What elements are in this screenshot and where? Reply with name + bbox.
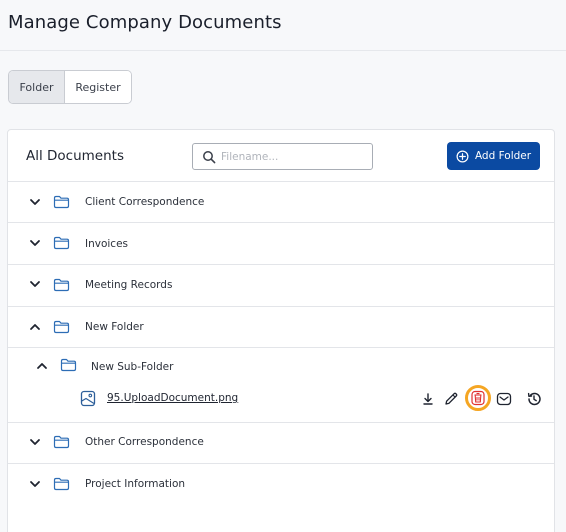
chevron-down-icon[interactable] xyxy=(29,237,41,249)
search-box[interactable] xyxy=(192,143,373,170)
view-toggle: Folder Register xyxy=(8,70,132,104)
folder-row-new-folder[interactable]: New Folder xyxy=(8,307,554,348)
trash-delete-icon[interactable] xyxy=(470,390,486,406)
panel-title: All Documents xyxy=(26,148,125,164)
folder-icon xyxy=(53,477,70,491)
add-folder-button[interactable]: Add Folder xyxy=(447,142,540,170)
folder-icon xyxy=(53,320,70,334)
chevron-down-icon[interactable] xyxy=(29,196,41,208)
image-file-icon xyxy=(80,390,96,407)
tab-register[interactable]: Register xyxy=(65,71,131,103)
edit-pencil-icon[interactable] xyxy=(443,391,459,407)
folder-label: Meeting Records xyxy=(85,279,173,291)
folder-label: New Folder xyxy=(85,321,144,333)
download-icon[interactable] xyxy=(420,391,436,407)
folder-icon xyxy=(53,195,70,209)
file-row: 95.UploadDocument.png xyxy=(8,385,554,411)
folder-icon xyxy=(60,358,77,372)
chevron-up-icon[interactable] xyxy=(29,321,41,333)
search-icon xyxy=(203,151,216,164)
folder-row-client-correspondence[interactable]: Client Correspondence xyxy=(8,182,554,223)
folder-icon xyxy=(53,278,70,292)
tab-folder[interactable]: Folder xyxy=(9,71,65,103)
folder-icon xyxy=(53,435,70,449)
chevron-down-icon[interactable] xyxy=(29,436,41,448)
folder-label: Project Information xyxy=(85,478,186,490)
folder-row-other-correspondence[interactable]: Other Correspondence xyxy=(8,423,554,464)
folder-label: Client Correspondence xyxy=(85,196,205,208)
documents-panel: All Documents Add Folder Client Correspo… xyxy=(7,129,555,532)
history-icon[interactable] xyxy=(526,391,542,407)
email-icon[interactable] xyxy=(496,391,512,407)
folder-icon xyxy=(53,236,70,250)
header-divider xyxy=(0,50,566,51)
folder-row-project-information[interactable]: Project Information xyxy=(8,464,554,506)
chevron-down-icon[interactable] xyxy=(29,278,41,290)
file-name-link[interactable]: 95.UploadDocument.png xyxy=(107,392,238,404)
search-input[interactable] xyxy=(221,148,366,166)
subfolder-block: New Sub-Folder 95.UploadDocument.png xyxy=(8,348,554,423)
subfolder-label[interactable]: New Sub-Folder xyxy=(91,361,173,373)
page-title: Manage Company Documents xyxy=(8,12,282,33)
panel-header: All Documents Add Folder xyxy=(8,130,554,182)
chevron-up-icon[interactable] xyxy=(36,360,48,372)
folder-row-invoices[interactable]: Invoices xyxy=(8,223,554,265)
chevron-down-icon[interactable] xyxy=(29,478,41,490)
plus-circle-icon xyxy=(456,150,469,162)
folder-row-meeting-records[interactable]: Meeting Records xyxy=(8,265,554,307)
folder-label: Other Correspondence xyxy=(85,436,204,448)
folder-label: Invoices xyxy=(85,238,129,250)
add-folder-label: Add Folder xyxy=(474,150,532,162)
